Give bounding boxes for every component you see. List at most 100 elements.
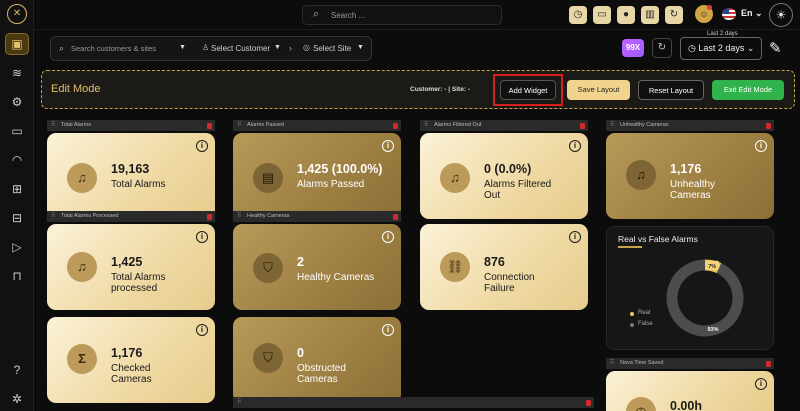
building-icon[interactable]: ▥ [641,6,659,24]
info-icon[interactable]: i [196,231,208,243]
alarm-bell-icon[interactable]: ◠ [8,151,26,169]
add-widget-button[interactable]: Add Widget [500,80,556,100]
customer-site-search[interactable]: Search customers & sites [71,44,191,53]
widget-header[interactable]: ⠿ Healthy Cameras [233,211,401,222]
donut-slice-false[interactable] [666,259,744,337]
global-search[interactable]: ⌕ [302,5,502,25]
global-search-input[interactable] [331,8,491,22]
connection-failure-card[interactable]: i ⛓ 876 Connection Failure [420,224,588,310]
info-icon[interactable]: i [755,378,767,390]
video-icon[interactable]: ▷ [8,238,26,256]
widget-header[interactable]: ⠿ Alarms Filtered Out [420,120,588,131]
data-label-real: 7% [708,264,716,270]
obstructed-cameras-card[interactable]: i ⛉ 0 Obstructed Cameras [233,317,401,403]
sidebar: ✕ ▣ ≋ ⚙ ▭ ◠ ⊞ ⊟ ▷ ⊓ ? ✲ [0,0,34,411]
info-icon[interactable]: i [382,231,394,243]
chevron-down-icon[interactable]: ▼ [179,44,186,51]
delete-icon[interactable] [393,123,398,129]
delete-icon[interactable] [207,214,212,220]
us-flag-icon[interactable] [722,8,736,20]
save-layout-button[interactable]: Save Layout [567,80,630,100]
delete-icon[interactable] [207,123,212,129]
drag-handle-icon[interactable]: ⠿ [237,211,241,222]
pencil-icon[interactable]: ✎ [769,39,782,57]
info-icon[interactable]: i [382,324,394,336]
help-icon[interactable]: ? [8,361,26,379]
logo-icon[interactable]: ✕ [7,4,27,24]
widget-header[interactable]: ⠿ Unhealthy Cameras [606,120,774,131]
widget-header-label: Nova Time Saved [620,360,664,366]
refresh-button[interactable]: ↻ [652,38,672,58]
delete-icon[interactable] [586,400,591,406]
widget-label: Alarms Passed [297,179,365,190]
refresh-icon[interactable]: ↻ [665,6,683,24]
language-label: En [741,8,753,18]
drag-handle-icon[interactable]: ⠿ [51,211,55,222]
speed-badge[interactable]: 99X [622,39,644,57]
widget-header[interactable]: ⠿ Total Alarms Processed [47,211,215,222]
widget-label: Checked [111,363,151,374]
monitor-icon[interactable]: ▭ [593,6,611,24]
drag-handle-icon[interactable]: ⠿ [610,358,614,369]
info-icon[interactable]: i [569,231,581,243]
reset-layout-button[interactable]: Reset Layout [638,80,704,100]
healthy-cameras-card[interactable]: i ⛉ 2 Healthy Cameras [233,224,401,310]
total-alarms-card[interactable]: i ♫ 19,163 Total Alarms [47,133,215,219]
delete-icon[interactable] [766,123,771,129]
select-customer-dropdown[interactable]: Select Customer [211,44,270,53]
time-saved-card[interactable]: i ◷ 0.00h [606,371,774,411]
chart-title: Real vs False Alarms [618,234,698,244]
bag-icon[interactable]: ⊓ [8,267,26,285]
search-icon: ⌕ [59,43,65,53]
date-range-label: Last 2 days [698,43,745,53]
delete-icon[interactable] [393,214,398,220]
chevron-down-icon[interactable]: ▼ [274,44,281,51]
drag-handle-icon[interactable]: ⠿ [237,397,241,408]
chevron-down-icon[interactable]: ▼ [357,44,364,51]
drag-handle-icon[interactable]: ⠿ [51,120,55,131]
dashboard-icon[interactable]: ▣ [5,33,29,55]
widget-header[interactable]: ⠿ Alarms Passed [233,120,401,131]
info-icon[interactable]: i [196,140,208,152]
widget-header-label: Total Alarms Processed [61,213,119,219]
gear-icon[interactable]: ⚙ [8,93,26,111]
legend-dot-real [630,312,634,316]
widget-header[interactable]: ⠿ Nova Time Saved [606,358,774,369]
widget-header-label: Alarms Filtered Out [434,122,482,128]
exit-edit-mode-button[interactable]: Exit Edit Mode [712,80,784,100]
info-icon[interactable]: i [196,324,208,336]
map-icon[interactable]: ⊟ [8,209,26,227]
date-range-value[interactable]: ◷ Last 2 days ⌄ [688,43,754,54]
clock-icon[interactable]: ◷ [569,6,587,24]
drag-handle-icon[interactable]: ⠿ [237,120,241,131]
widget-value: 2 [297,255,304,269]
alarms-passed-card[interactable]: i ▤ 1,425 (100.0%) Alarms Passed [233,133,401,219]
widget-header[interactable]: ⠿ Total Alarms [47,120,215,131]
network-icon[interactable]: ⊞ [8,180,26,198]
settings-icon[interactable]: ✲ [8,390,26,408]
unhealthy-cameras-card[interactable]: i ♫ 1,176 Unhealthy Cameras [606,133,774,219]
drag-handle-icon[interactable]: ⠿ [610,120,614,131]
donut-chart: 7% 93% [666,259,744,337]
info-icon[interactable]: i [382,140,394,152]
alarms-processed-card[interactable]: i ♫ 1,425 Total Alarms processed [47,224,215,310]
checked-cameras-card[interactable]: i Σ 1,176 Checked Cameras [47,317,215,403]
info-icon[interactable]: i [569,140,581,152]
user-icon[interactable]: ● [617,6,635,24]
language-selector[interactable]: En ⌄ [741,8,763,19]
drag-handle-icon[interactable]: ⠿ [424,120,428,131]
broken-link-icon: ⛓ [440,252,470,282]
info-icon[interactable]: i [755,140,767,152]
theme-toggle-icon[interactable]: ☀ [769,3,793,27]
alarms-filtered-card[interactable]: i ♫ 0 (0.0%) Alarms Filtered Out [420,133,588,219]
radar-icon[interactable]: ≋ [8,64,26,82]
search-icon: ⌕ [313,8,320,20]
location-pin-icon: ◎ [303,43,310,52]
widget-label: Total Alarms [111,272,166,283]
widget-header[interactable]: ⠿ [233,397,594,408]
select-site-dropdown[interactable]: Select Site [313,44,351,53]
camera-icon[interactable]: ▭ [8,122,26,140]
delete-icon[interactable] [766,361,771,367]
widget-value: 0 [297,346,304,360]
delete-icon[interactable] [580,123,585,129]
